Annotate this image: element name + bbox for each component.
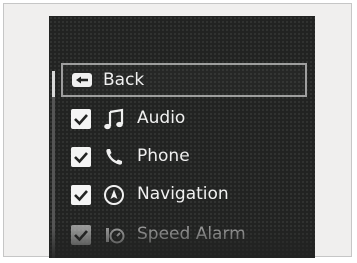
menu-item-label: Navigation	[137, 184, 229, 204]
back-icon	[72, 73, 92, 87]
display-screen: Back Audio Phone Navigation	[49, 16, 315, 258]
phone-icon	[106, 149, 122, 165]
checkbox-checked-icon[interactable]	[71, 147, 91, 167]
back-button[interactable]: Back	[61, 63, 307, 97]
navigation-icon	[104, 185, 124, 205]
checkbox-checked-icon[interactable]	[71, 185, 91, 205]
bottom-fade	[49, 228, 315, 258]
menu-item-navigation[interactable]: Navigation	[61, 178, 307, 212]
checkbox-checked-icon[interactable]	[71, 109, 91, 129]
scrollbar-thumb[interactable]	[52, 71, 55, 97]
menu-item-label: Audio	[137, 108, 186, 128]
music-note-icon	[104, 108, 124, 130]
menu-item-label: Phone	[137, 146, 190, 166]
back-label: Back	[103, 70, 145, 90]
menu-item-audio[interactable]: Audio	[61, 102, 307, 136]
menu-item-phone[interactable]: Phone	[61, 140, 307, 174]
